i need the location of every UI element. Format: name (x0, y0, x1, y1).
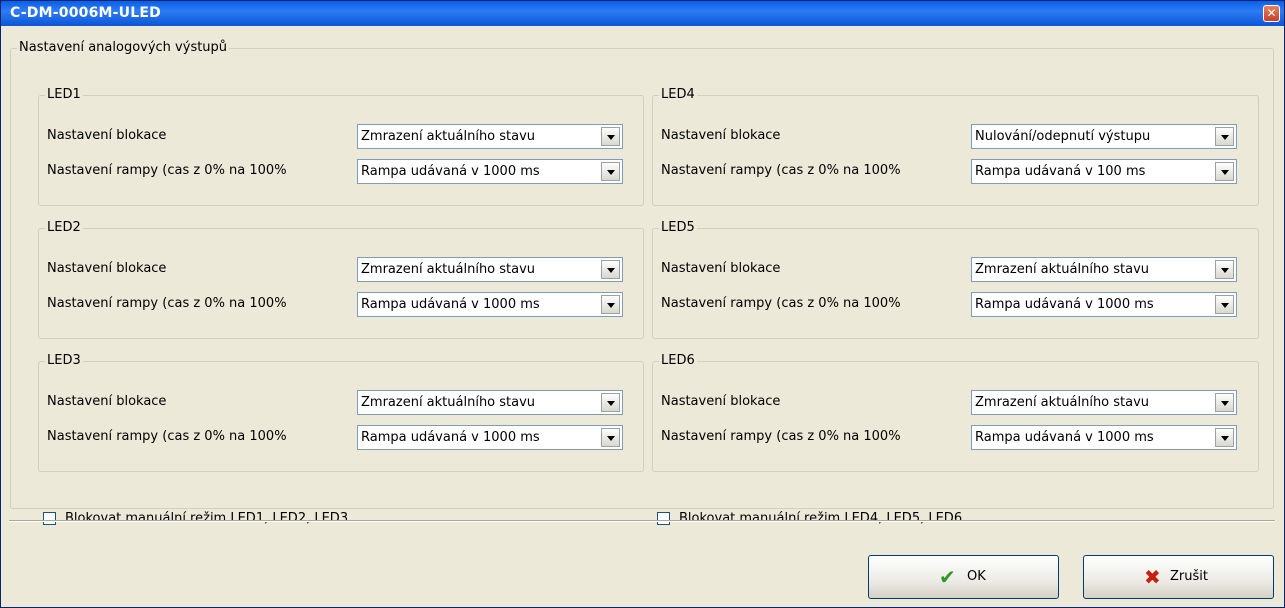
led1-block-row: Nastavení blokace Zmrazení aktuálního st… (39, 124, 643, 150)
cancel-button-label: Zrušit (1170, 569, 1208, 584)
led5-block-value: Zmrazení aktuálního stavu (975, 262, 1150, 277)
led4-legend: LED4 (661, 87, 695, 102)
led5-ramp-select[interactable]: Rampa udávaná v 1000 ms (971, 292, 1237, 317)
dropdown-arrow-icon[interactable] (1215, 260, 1234, 279)
led3-block-label: Nastavení blokace (47, 394, 167, 409)
led5-legend: LED5 (661, 220, 695, 235)
close-icon: ✕ (1266, 6, 1277, 20)
led2-legend: LED2 (47, 220, 81, 235)
led5-group: LED5 Nastavení blokace Zmrazení aktuální… (652, 221, 1259, 339)
led5-ramp-value: Rampa udávaná v 1000 ms (975, 297, 1154, 312)
dropdown-arrow-icon[interactable] (1215, 162, 1234, 181)
led6-block-row: Nastavení blokace Zmrazení aktuálního st… (653, 390, 1258, 416)
led3-ramp-select[interactable]: Rampa udávaná v 1000 ms (357, 425, 623, 450)
led1-group: LED1 Nastavení blokace Zmrazení aktuální… (38, 88, 644, 206)
cross-icon: ✖ (1144, 565, 1161, 589)
close-button[interactable]: ✕ (1263, 5, 1280, 22)
dropdown-arrow-icon[interactable] (1215, 295, 1234, 314)
dropdown-arrow-icon[interactable] (1215, 393, 1234, 412)
led6-ramp-select[interactable]: Rampa udávaná v 1000 ms (971, 425, 1237, 450)
title-bar[interactable]: C-DM-0006M-ULED ✕ (1, 1, 1284, 26)
led5-block-select[interactable]: Zmrazení aktuálního stavu (971, 257, 1237, 282)
led2-ramp-select[interactable]: Rampa udávaná v 1000 ms (357, 292, 623, 317)
dialog-client: Nastavení analogových výstupů LED1 Nasta… (4, 26, 1281, 606)
led2-ramp-label: Nastavení rampy (cas z 0% na 100% (47, 296, 287, 311)
ok-button[interactable]: ✔ OK (868, 555, 1059, 599)
led4-ramp-row: Nastavení rampy (cas z 0% na 100% Rampa … (653, 159, 1258, 185)
led3-block-select[interactable]: Zmrazení aktuálního stavu (357, 390, 623, 415)
analog-outputs-legend: Nastavení analogových výstupů (19, 40, 228, 55)
led1-ramp-row: Nastavení rampy (cas z 0% na 100% Rampa … (39, 159, 643, 185)
dialog-window: C-DM-0006M-ULED ✕ Nastavení analogových … (0, 0, 1285, 608)
led4-block-label: Nastavení blokace (661, 128, 781, 143)
led3-ramp-value: Rampa udávaná v 1000 ms (361, 430, 540, 445)
block-manual-led123-label: Blokovat manuální režim LED1, LED2, LED3 (65, 511, 349, 526)
dropdown-arrow-icon[interactable] (601, 428, 620, 447)
led5-ramp-label: Nastavení rampy (cas z 0% na 100% (661, 296, 901, 311)
led4-block-row: Nastavení blokace Nulování/odepnutí výst… (653, 124, 1258, 150)
led5-block-label: Nastavení blokace (661, 261, 781, 276)
led1-block-value: Zmrazení aktuálního stavu (361, 129, 536, 144)
led4-block-select[interactable]: Nulování/odepnutí výstupu (971, 124, 1237, 149)
window-title: C-DM-0006M-ULED (10, 5, 161, 21)
led1-block-label: Nastavení blokace (47, 128, 167, 143)
led3-block-value: Zmrazení aktuálního stavu (361, 395, 536, 410)
led1-ramp-value: Rampa udávaná v 1000 ms (361, 164, 540, 179)
led6-block-select[interactable]: Zmrazení aktuálního stavu (971, 390, 1237, 415)
led4-ramp-value: Rampa udávaná v 100 ms (975, 164, 1146, 179)
dropdown-arrow-icon[interactable] (601, 393, 620, 412)
led1-legend: LED1 (47, 87, 81, 102)
dropdown-arrow-icon[interactable] (1215, 127, 1234, 146)
led3-ramp-row: Nastavení rampy (cas z 0% na 100% Rampa … (39, 425, 643, 451)
cancel-button[interactable]: ✖ Zrušit (1083, 555, 1274, 599)
led6-ramp-value: Rampa udávaná v 1000 ms (975, 430, 1154, 445)
led4-ramp-label: Nastavení rampy (cas z 0% na 100% (661, 163, 901, 178)
led4-ramp-select[interactable]: Rampa udávaná v 100 ms (971, 159, 1237, 184)
led2-block-value: Zmrazení aktuálního stavu (361, 262, 536, 277)
dropdown-arrow-icon[interactable] (1215, 428, 1234, 447)
dropdown-arrow-icon[interactable] (601, 260, 620, 279)
led1-block-select[interactable]: Zmrazení aktuálního stavu (357, 124, 623, 149)
led2-ramp-row: Nastavení rampy (cas z 0% na 100% Rampa … (39, 292, 643, 318)
checkmark-icon: ✔ (939, 565, 956, 589)
block-manual-led456-label: Blokovat manuální režim LED4, LED5, LED6 (679, 511, 963, 526)
led4-block-value: Nulování/odepnutí výstupu (975, 129, 1151, 144)
led2-ramp-value: Rampa udávaná v 1000 ms (361, 297, 540, 312)
ok-button-label: OK (967, 569, 986, 584)
led6-ramp-row: Nastavení rampy (cas z 0% na 100% Rampa … (653, 425, 1258, 451)
led6-legend: LED6 (661, 353, 695, 368)
checkbox-box[interactable] (43, 512, 56, 525)
led2-block-label: Nastavení blokace (47, 261, 167, 276)
led5-ramp-row: Nastavení rampy (cas z 0% na 100% Rampa … (653, 292, 1258, 318)
led6-ramp-label: Nastavení rampy (cas z 0% na 100% (661, 429, 901, 444)
led2-block-row: Nastavení blokace Zmrazení aktuálního st… (39, 257, 643, 283)
led3-block-row: Nastavení blokace Zmrazení aktuálního st… (39, 390, 643, 416)
dropdown-arrow-icon[interactable] (601, 295, 620, 314)
button-separator (9, 520, 1275, 522)
led2-block-select[interactable]: Zmrazení aktuálního stavu (357, 257, 623, 282)
led2-group: LED2 Nastavení blokace Zmrazení aktuální… (38, 221, 644, 339)
led1-ramp-label: Nastavení rampy (cas z 0% na 100% (47, 163, 287, 178)
led5-block-row: Nastavení blokace Zmrazení aktuálního st… (653, 257, 1258, 283)
led6-group: LED6 Nastavení blokace Zmrazení aktuální… (652, 354, 1259, 472)
led6-block-value: Zmrazení aktuálního stavu (975, 395, 1150, 410)
led3-group: LED3 Nastavení blokace Zmrazení aktuální… (38, 354, 644, 472)
checkbox-box[interactable] (657, 512, 670, 525)
led3-ramp-label: Nastavení rampy (cas z 0% na 100% (47, 429, 287, 444)
led1-ramp-select[interactable]: Rampa udávaná v 1000 ms (357, 159, 623, 184)
dropdown-arrow-icon[interactable] (601, 127, 620, 146)
dropdown-arrow-icon[interactable] (601, 162, 620, 181)
led3-legend: LED3 (47, 353, 81, 368)
led6-block-label: Nastavení blokace (661, 394, 781, 409)
led4-group: LED4 Nastavení blokace Nulování/odepnutí… (652, 88, 1259, 206)
